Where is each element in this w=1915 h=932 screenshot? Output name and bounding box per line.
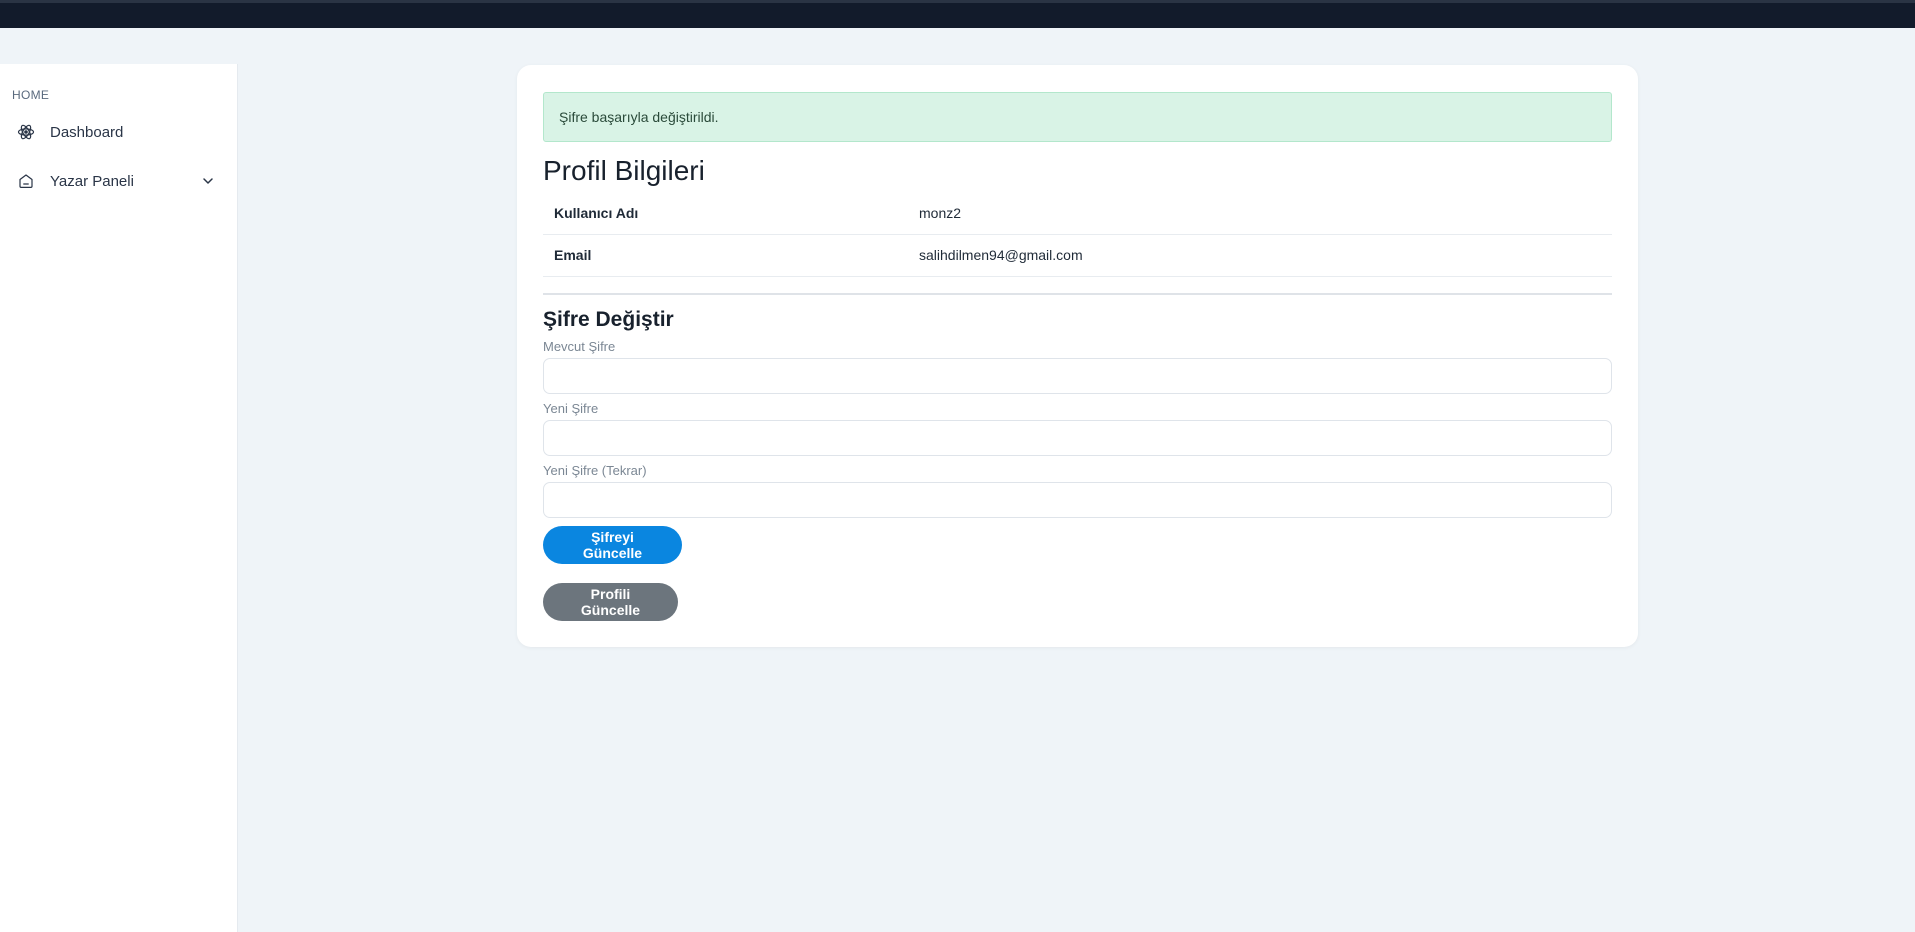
sidebar: HOME Dashboard Yazar Paneli bbox=[0, 64, 238, 932]
info-key-email: Email bbox=[554, 247, 592, 263]
current-password-label: Mevcut Şifre bbox=[543, 339, 616, 354]
chevron-down-icon[interactable] bbox=[200, 173, 216, 189]
sidebar-item-dashboard[interactable]: Dashboard bbox=[16, 118, 216, 146]
sidebar-item-yazar-paneli[interactable]: Yazar Paneli bbox=[16, 167, 216, 195]
atom-icon bbox=[16, 122, 36, 142]
confirm-password-label: Yeni Şifre (Tekrar) bbox=[543, 463, 647, 478]
section-title-change-password: Şifre Değiştir bbox=[543, 308, 674, 331]
confirm-password-field[interactable] bbox=[543, 482, 1612, 518]
sidebar-section-label: HOME bbox=[12, 88, 50, 102]
new-password-field[interactable] bbox=[543, 420, 1612, 456]
home-icon bbox=[16, 171, 36, 191]
divider bbox=[543, 293, 1612, 295]
table-row: Kullanıcı Adı monz2 bbox=[543, 193, 1612, 235]
info-value-username: monz2 bbox=[919, 205, 962, 221]
update-profile-button[interactable]: Profili Güncelle bbox=[543, 583, 678, 621]
new-password-label: Yeni Şifre bbox=[543, 401, 599, 416]
page-title: Profil Bilgileri bbox=[543, 155, 705, 186]
sidebar-item-label: Yazar Paneli bbox=[50, 172, 134, 190]
profile-card: Şifre başarıyla değiştirildi. Profil Bil… bbox=[517, 65, 1638, 647]
info-value-email: salihdilmen94@gmail.com bbox=[919, 247, 1083, 263]
top-bar bbox=[0, 0, 1915, 28]
sidebar-item-label: Dashboard bbox=[50, 123, 124, 141]
current-password-field[interactable] bbox=[543, 358, 1612, 394]
update-password-button[interactable]: Şifreyi Güncelle bbox=[543, 526, 682, 564]
success-alert: Şifre başarıyla değiştirildi. bbox=[543, 92, 1612, 142]
info-key-username: Kullanıcı Adı bbox=[554, 205, 639, 221]
table-row: Email salihdilmen94@gmail.com bbox=[543, 235, 1612, 277]
